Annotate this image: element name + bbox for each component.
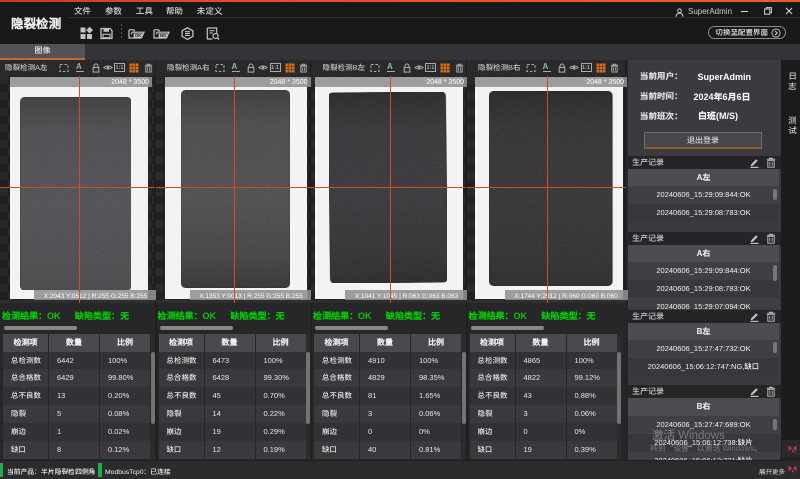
svg-text:OK: OK xyxy=(135,33,141,38)
svg-text:NG: NG xyxy=(160,33,166,38)
